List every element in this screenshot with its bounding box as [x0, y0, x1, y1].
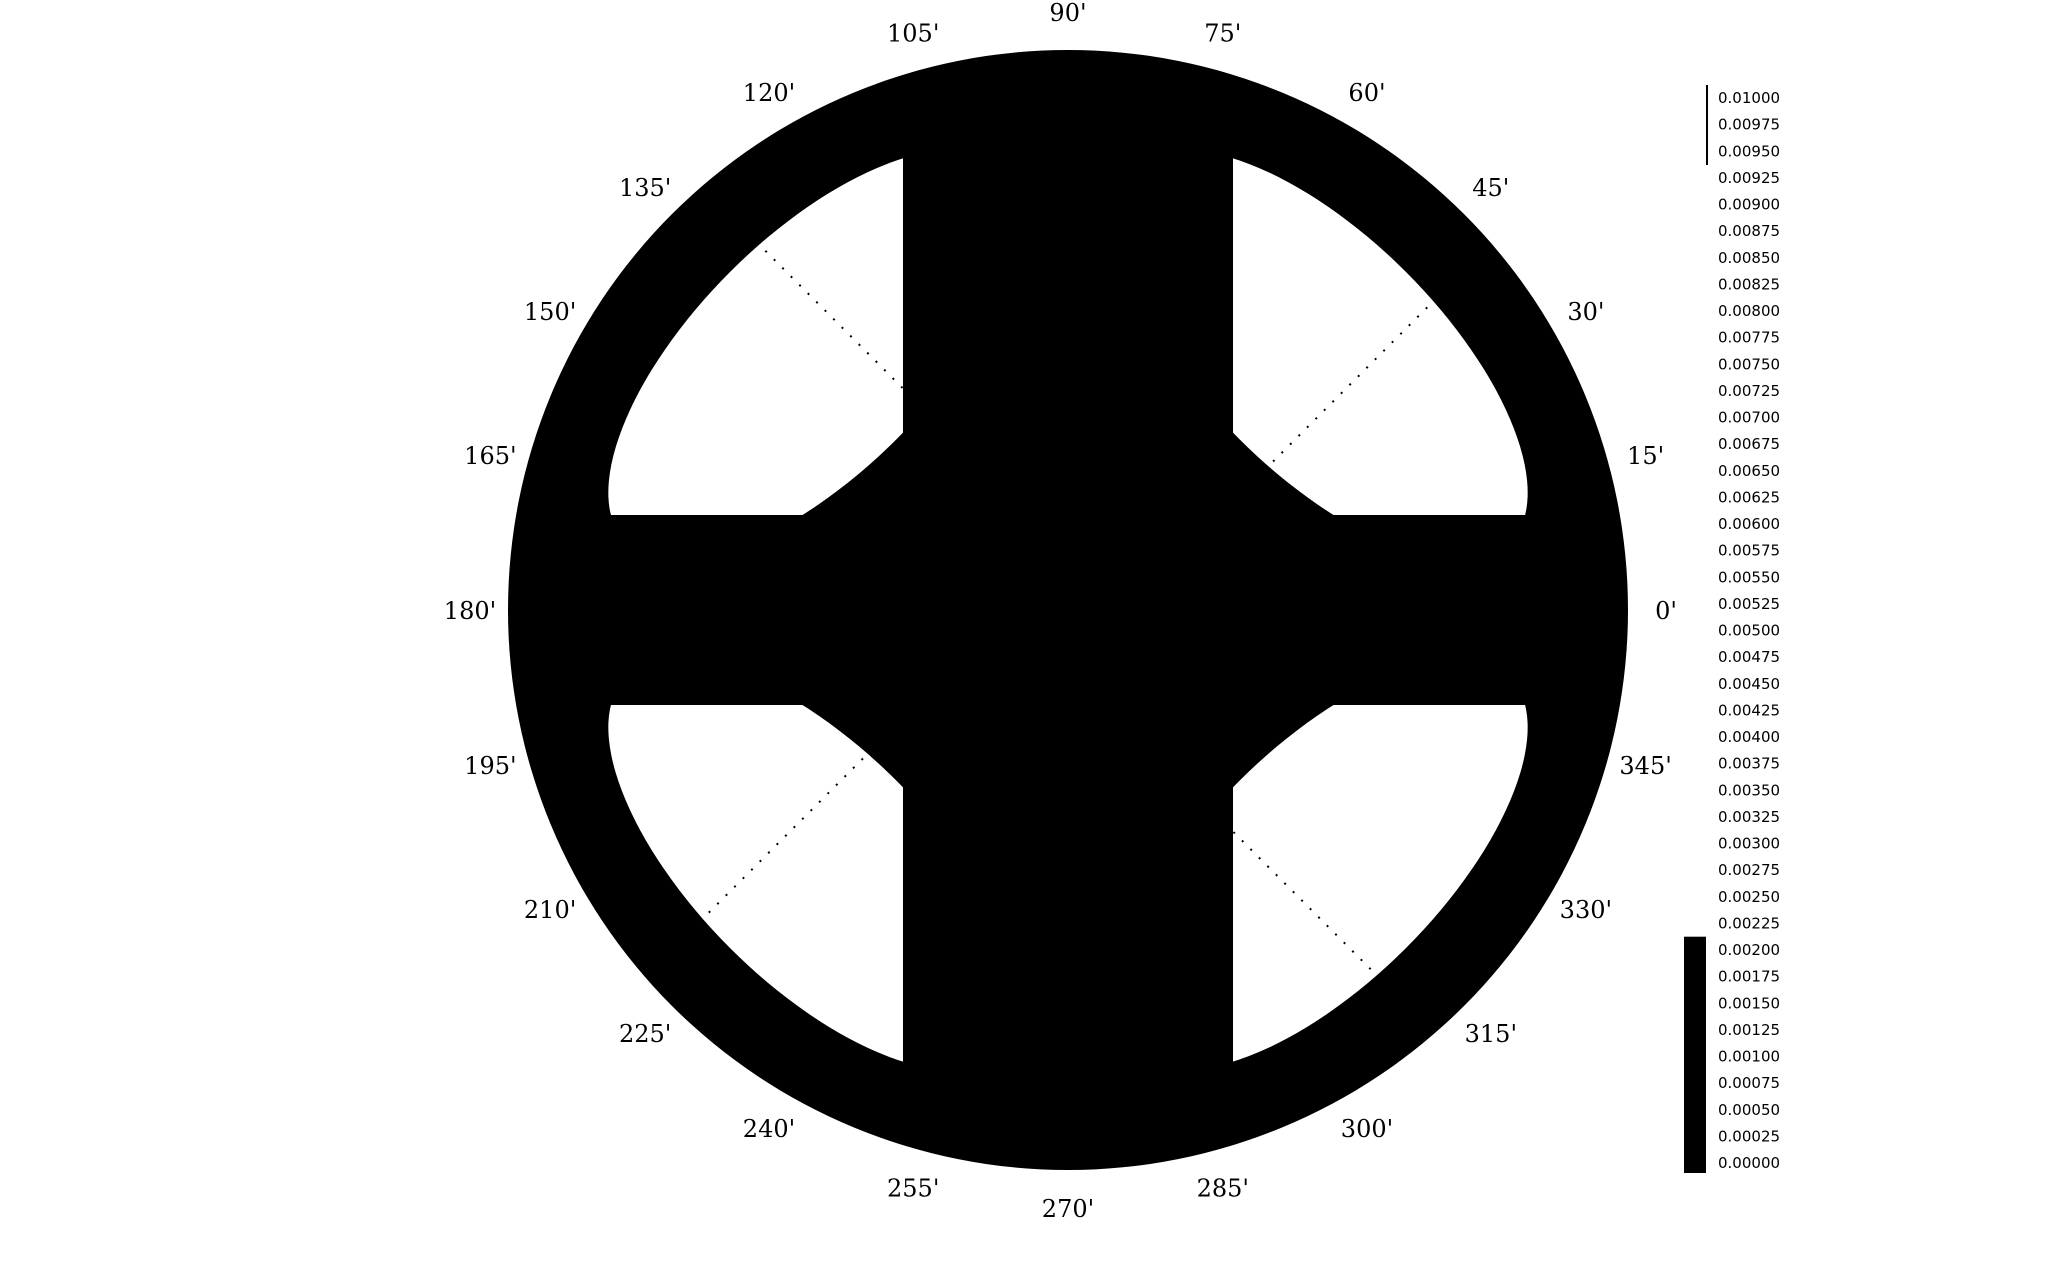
colorbar-tick-label: 0.00675 [1718, 435, 1780, 453]
angle-tick-label: 105' [887, 19, 939, 47]
colorbar-tick-label: 0.00000 [1718, 1154, 1780, 1172]
colorbar-tick-label: 0.00450 [1718, 675, 1780, 693]
colorbar-tick-label: 0.00600 [1718, 515, 1780, 533]
colorbar-tick-label: 0.00075 [1718, 1074, 1780, 1092]
angle-tick-label: 255' [887, 1175, 939, 1203]
colorbar-tick-label: 0.00975 [1718, 116, 1780, 134]
colorbar-tick-label: 0.00175 [1718, 968, 1780, 986]
colorbar-tick-label: 0.00275 [1718, 861, 1780, 879]
angle-tick-label: 60' [1348, 79, 1385, 107]
angle-tick-label: 195' [464, 752, 516, 780]
colorbar-tick-label: 0.00950 [1718, 142, 1780, 160]
angle-tick-label: 315' [1465, 1020, 1517, 1048]
colorbar-tick-label: 0.00425 [1718, 701, 1780, 719]
colorbar-tick-label: 0.00925 [1718, 169, 1780, 187]
colorbar-tick-label: 0.00775 [1718, 329, 1780, 347]
colorbar-tick-label: 0.00900 [1718, 196, 1780, 214]
colorbar-tick-label: 0.00400 [1718, 728, 1780, 746]
angle-tick-label: 150' [524, 298, 576, 326]
colorbar-tick-label: 0.00150 [1718, 994, 1780, 1012]
colorbar-tick-label: 0.00375 [1718, 755, 1780, 773]
angle-tick-label: 0' [1655, 597, 1677, 625]
angle-tick-label: 30' [1567, 298, 1604, 326]
angle-tick-label: 285' [1197, 1175, 1249, 1203]
colorbar-tick-label: 0.00050 [1718, 1101, 1780, 1119]
colorbar-tick-label: 0.00825 [1718, 275, 1780, 293]
colorbar-tick-label: 0.00850 [1718, 249, 1780, 267]
colorbar-tick-label: 0.00550 [1718, 568, 1780, 586]
colorbar-tick-label: 0.00225 [1718, 914, 1780, 932]
colorbar-tick-label: 0.00325 [1718, 808, 1780, 826]
angle-tick-label: 120' [743, 79, 795, 107]
polar-plot: 0' 15' 30' 45' 60' 75' 90' 105' 120' 135' 150' 165'… [0, 0, 2067, 1270]
colorbar-tick-label: 0.00625 [1718, 488, 1780, 506]
colorbar-tick-label: 0.00575 [1718, 542, 1780, 560]
angle-tick-label: 165' [464, 442, 516, 470]
colorbar-tick-label: 0.00700 [1718, 409, 1780, 427]
colorbar-tick-label: 0.00525 [1718, 595, 1780, 613]
colorbar-tick-label: 0.00875 [1718, 222, 1780, 240]
angle-tick-label: 225' [619, 1020, 671, 1048]
colorbar-tick-label: 0.00750 [1718, 355, 1780, 373]
colorbar-tick-label: 0.00200 [1718, 941, 1780, 959]
angle-tick-label: 45' [1472, 174, 1509, 202]
colorbar-tick-label: 0.00475 [1718, 648, 1780, 666]
colorbar-tick-label: 0.00725 [1718, 382, 1780, 400]
colorbar-tick-label: 0.00250 [1718, 888, 1780, 906]
angle-tick-label: 210' [524, 896, 576, 924]
colorbar-tick-label: 0.00125 [1718, 1021, 1780, 1039]
colorbar-tick-label: 0.00300 [1718, 835, 1780, 853]
angle-tick-label: 180' [444, 597, 496, 625]
colorbar-tick-label: 0.01000 [1718, 89, 1780, 107]
angle-tick-label: 75' [1204, 19, 1241, 47]
angle-tick-label: 270' [1042, 1195, 1094, 1223]
colorbar-tick-label: 0.00650 [1718, 462, 1780, 480]
colorbar-dark-segment [1684, 936, 1706, 1173]
angle-tick-label: 15' [1627, 442, 1664, 470]
colorbar-tick-label: 0.00025 [1718, 1127, 1780, 1145]
colorbar-tick-label: 0.00800 [1718, 302, 1780, 320]
angle-tick-label: 90' [1049, 0, 1086, 27]
colorbar-tick-label: 0.00500 [1718, 622, 1780, 640]
angle-tick-label: 240' [743, 1115, 795, 1143]
horizontal-low-band [508, 515, 1628, 705]
angle-tick-label: 330' [1560, 896, 1612, 924]
angle-tick-label: 300' [1341, 1115, 1393, 1143]
colorbar-tick-label: 0.00100 [1718, 1048, 1780, 1066]
angle-tick-label: 345' [1619, 752, 1671, 780]
colorbar-tick-label: 0.00350 [1718, 781, 1780, 799]
angle-tick-label: 135' [619, 174, 671, 202]
